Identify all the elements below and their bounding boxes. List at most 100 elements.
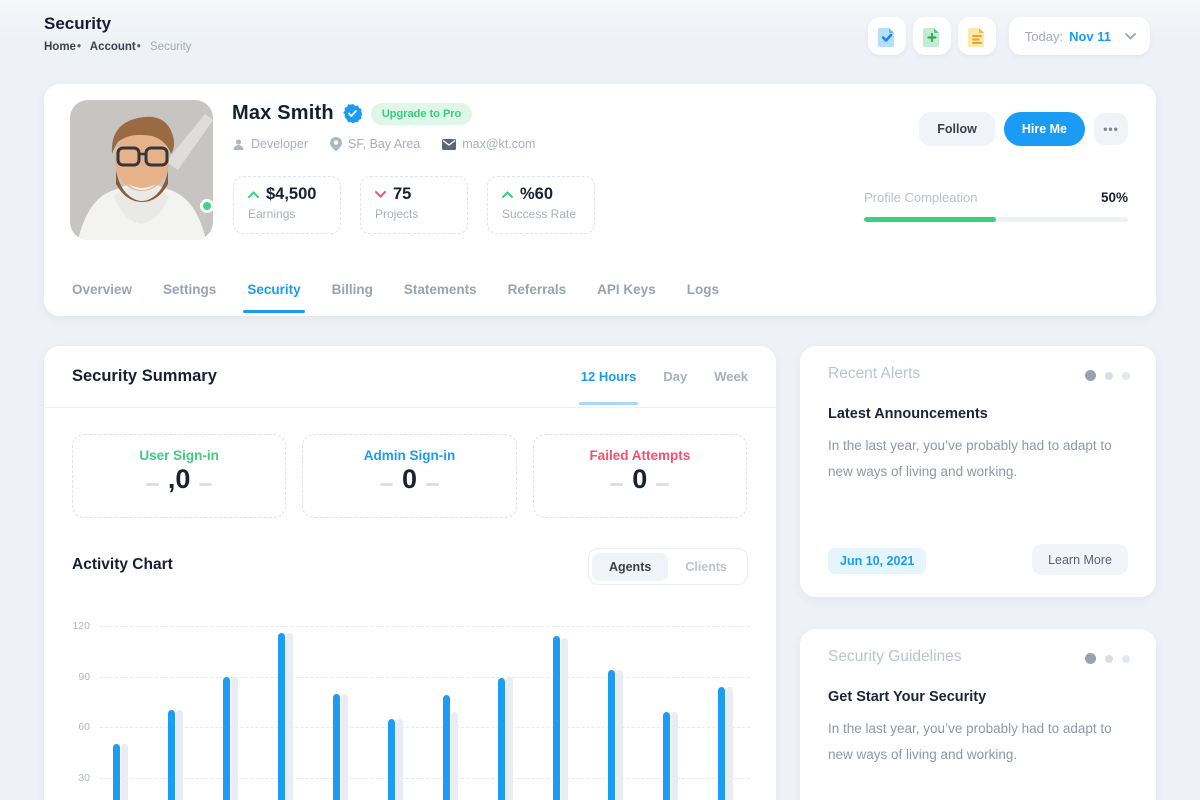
security-summary-title: Security Summary xyxy=(72,367,217,386)
tab-overview[interactable]: Overview xyxy=(72,282,132,313)
y-axis-label: 30 xyxy=(58,772,90,784)
document-check-button[interactable] xyxy=(868,17,906,55)
chart-bar-shadow xyxy=(506,677,513,800)
date-selector[interactable]: Today: Nov 11 xyxy=(1009,17,1150,55)
admin-sign-in-box: Admin Sign-in 0 xyxy=(302,434,516,518)
avatar xyxy=(70,100,213,240)
grid-line xyxy=(100,778,750,779)
document-check-icon xyxy=(878,26,896,47)
profile-meta: Developer SF, Bay Area max@kt.com xyxy=(232,137,535,151)
chevron-down-icon xyxy=(1125,33,1136,40)
carousel-dot[interactable] xyxy=(1122,372,1130,380)
tab-billing[interactable]: Billing xyxy=(332,282,373,313)
breadcrumb-home[interactable]: Home xyxy=(44,41,76,53)
email-meta: max@kt.com xyxy=(442,137,535,151)
tab-statements[interactable]: Statements xyxy=(404,282,477,313)
chart-bar xyxy=(333,694,340,800)
verified-badge-icon xyxy=(343,104,362,123)
profile-tabs: Overview Settings Security Billing State… xyxy=(72,282,719,313)
carousel-dots xyxy=(1085,653,1130,664)
chart-bar xyxy=(553,636,560,800)
chart-bar xyxy=(663,712,670,800)
activity-chart-plot: 120906030 xyxy=(44,600,776,800)
topbar-actions: Today: Nov 11 xyxy=(868,17,1150,55)
agents-clients-toggle: Agents Clients xyxy=(588,548,748,585)
mail-icon xyxy=(442,139,456,150)
alert-body: In the last year, you’ve probably had to… xyxy=(828,433,1130,485)
chart-bar-shadow xyxy=(231,677,238,800)
location-pin-icon xyxy=(330,137,342,151)
role-meta: Developer xyxy=(232,137,308,151)
tab-api-keys[interactable]: API Keys xyxy=(597,282,656,313)
more-options-button[interactable]: ••• xyxy=(1094,113,1128,145)
online-status-dot xyxy=(200,199,214,213)
tab-security[interactable]: Security xyxy=(247,282,300,313)
chart-bar xyxy=(388,719,395,800)
document-add-icon xyxy=(923,26,941,47)
failed-attempts-box: Failed Attempts 0 xyxy=(533,434,747,518)
summary-boxes: User Sign-in ,0 Admin Sign-in 0 Failed A… xyxy=(72,434,747,518)
profile-completion: Profile Compleation 50% xyxy=(864,190,1128,222)
carousel-dot[interactable] xyxy=(1105,655,1113,663)
carousel-dot-active[interactable] xyxy=(1085,370,1096,381)
y-axis-label: 60 xyxy=(58,721,90,733)
projects-stat: 75 Projects xyxy=(360,176,468,234)
chart-bar xyxy=(608,670,615,800)
profile-card: Max Smith Upgrade to Pro Developer SF, B… xyxy=(44,84,1156,316)
range-tab-12-hours[interactable]: 12 Hours xyxy=(581,369,637,405)
profile-name: Max Smith xyxy=(232,102,334,125)
success-rate-stat: %60 Success Rate xyxy=(487,176,595,234)
learn-more-button[interactable]: Learn More xyxy=(1032,544,1128,575)
chart-bar-shadow xyxy=(451,712,458,800)
recent-alerts-title: Recent Alerts xyxy=(828,365,920,383)
completion-label: Profile Compleation xyxy=(864,190,977,205)
admin-sign-in-value: 0 xyxy=(402,464,417,495)
page-title: Security xyxy=(44,14,111,34)
chart-bar xyxy=(443,695,450,800)
hire-me-button[interactable]: Hire Me xyxy=(1004,112,1085,146)
tab-settings[interactable]: Settings xyxy=(163,282,216,313)
profile-stats: $4,500 Earnings 75 Projects %60 Success … xyxy=(233,176,595,234)
document-lines-button[interactable] xyxy=(958,17,996,55)
location-meta: SF, Bay Area xyxy=(330,137,420,151)
carousel-dot[interactable] xyxy=(1105,372,1113,380)
chart-bar-shadow xyxy=(286,633,293,800)
chart-bar-shadow xyxy=(616,670,623,800)
chart-bar-shadow xyxy=(396,719,403,800)
security-summary-card: Security Summary 12 Hours Day Week User … xyxy=(44,346,776,800)
chart-bar xyxy=(278,633,285,800)
alert-heading: Latest Announcements xyxy=(828,406,988,422)
completion-progress-fill xyxy=(864,217,996,222)
security-guidelines-card: Security Guidelines Get Start Your Secur… xyxy=(800,629,1156,800)
range-tab-day[interactable]: Day xyxy=(663,369,687,405)
chart-bar-shadow xyxy=(726,687,733,800)
user-sign-in-value: ,0 xyxy=(168,464,191,495)
breadcrumb-separator: • xyxy=(137,41,141,53)
carousel-dots xyxy=(1085,370,1130,381)
chart-bar xyxy=(498,678,505,800)
range-tabs: 12 Hours Day Week xyxy=(581,369,748,405)
carousel-dot[interactable] xyxy=(1122,655,1130,663)
document-add-button[interactable] xyxy=(913,17,951,55)
today-label: Today: xyxy=(1025,29,1063,44)
guidelines-body: In the last year, you’ve probably had to… xyxy=(828,716,1130,768)
breadcrumb-current: Security xyxy=(150,41,192,53)
toggle-agents[interactable]: Agents xyxy=(592,553,668,581)
security-guidelines-title: Security Guidelines xyxy=(828,648,962,666)
tab-referrals[interactable]: Referrals xyxy=(508,282,567,313)
chart-bar-shadow xyxy=(671,712,678,800)
today-value: Nov 11 xyxy=(1069,29,1111,44)
chart-bar-shadow xyxy=(121,744,128,800)
failed-attempts-value: 0 xyxy=(632,464,647,495)
upgrade-to-pro-badge[interactable]: Upgrade to Pro xyxy=(371,103,472,125)
divider xyxy=(44,407,776,408)
carousel-dot-active[interactable] xyxy=(1085,653,1096,664)
grid-line xyxy=(100,626,750,627)
toggle-clients[interactable]: Clients xyxy=(668,553,744,581)
breadcrumb-account[interactable]: Account xyxy=(90,41,136,53)
follow-button[interactable]: Follow xyxy=(919,112,995,146)
document-lines-icon xyxy=(968,26,986,47)
range-tab-week[interactable]: Week xyxy=(714,369,748,405)
chart-bar xyxy=(113,744,120,800)
tab-logs[interactable]: Logs xyxy=(687,282,719,313)
